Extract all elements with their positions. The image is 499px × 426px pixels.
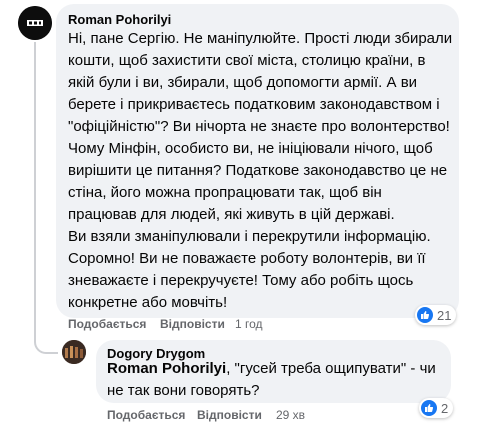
comment-paragraph: Ви взяли зманіпулювали і перекрутили інф… xyxy=(68,228,431,311)
reply-reaction-summary[interactable]: 2 xyxy=(419,398,454,418)
thread-line xyxy=(34,42,36,342)
like-button[interactable]: Подобається xyxy=(68,317,146,331)
thumbs-up-icon xyxy=(417,307,433,323)
reaction-summary[interactable]: 21 xyxy=(415,305,457,325)
reply-timestamp[interactable]: 29 хв xyxy=(276,408,305,422)
reply-reaction-count: 2 xyxy=(441,400,449,416)
reply-avatar[interactable] xyxy=(62,340,86,364)
thumbs-up-icon xyxy=(421,400,437,416)
avatar[interactable] xyxy=(18,6,52,40)
reaction-count: 21 xyxy=(437,307,452,323)
thread-connector xyxy=(34,336,58,354)
reply-reply-button[interactable]: Відповісти xyxy=(197,408,262,422)
comment-paragraph: Ні, пане Сергію. Не маніпулюйте. Прості … xyxy=(68,30,453,135)
avatar-image-icon xyxy=(62,340,86,364)
comment-paragraph: Чому Мінфін, особисто ви, не ініціювали … xyxy=(68,140,448,223)
comment-author[interactable]: Roman Pohorilyi xyxy=(68,12,171,27)
timestamp[interactable]: 1 год xyxy=(235,317,263,331)
mention-link[interactable]: Roman Pohorilyi xyxy=(107,360,226,377)
reply-text: Roman Pohorilyi, "гусей треба ощипувати"… xyxy=(107,358,447,402)
reply-like-button[interactable]: Подобається xyxy=(107,408,185,422)
avatar-logo-icon xyxy=(18,6,52,40)
reply-button[interactable]: Відповісти xyxy=(160,317,225,331)
